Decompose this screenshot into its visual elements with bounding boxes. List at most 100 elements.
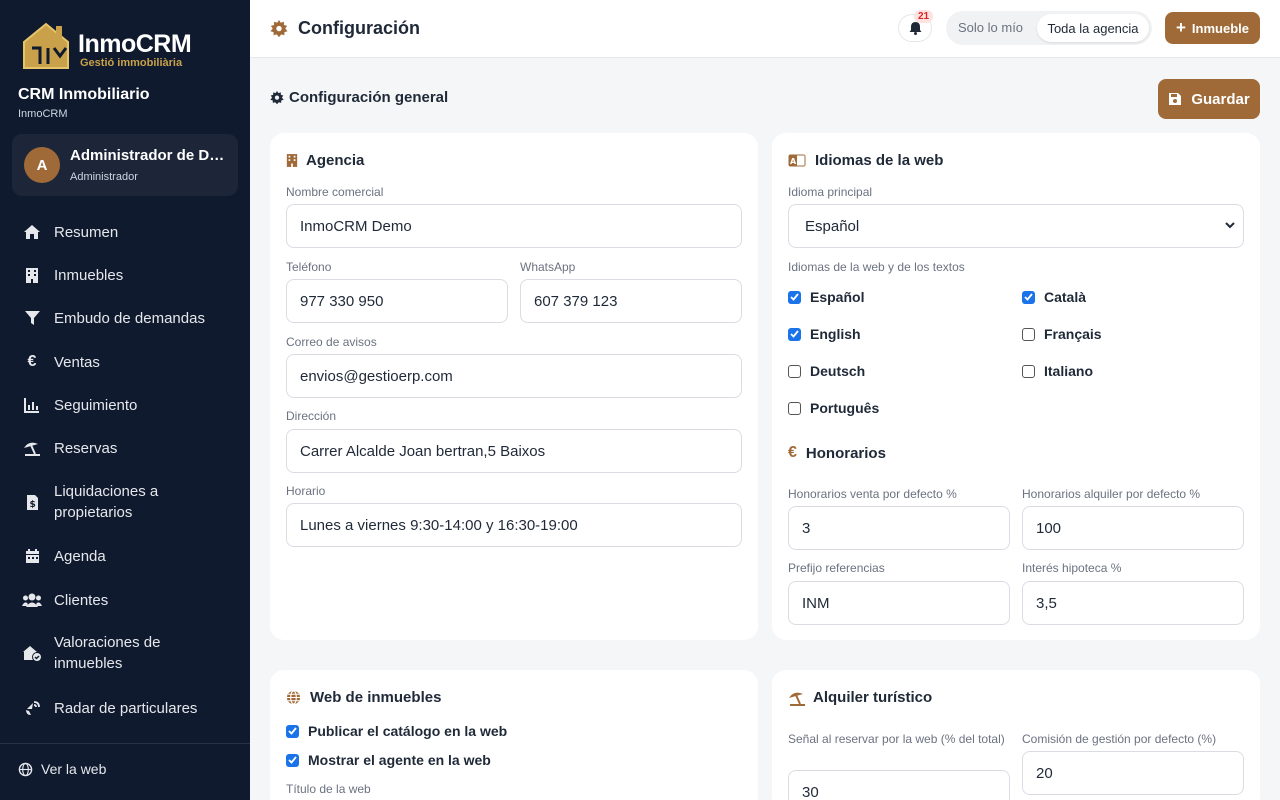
add-inmueble-label: Inmueble [1191,20,1249,36]
checkbox-unchecked-icon [788,401,801,415]
nav-item-agenda[interactable]: Agenda [0,545,250,567]
checkbox-unchecked-icon [1022,327,1035,341]
page-title: Configuración [270,18,420,39]
nav-label: Embudo de demandas [54,309,205,327]
telefono-input[interactable]: 977 330 950 [286,279,508,323]
lang-checkbox-pt[interactable]: Português [788,400,879,416]
gear-icon [270,19,288,37]
add-inmueble-button[interactable]: + Inmueble [1165,12,1260,44]
umbrella-beach-icon [22,438,42,458]
checkbox-checked-icon [1022,290,1035,304]
correo-input[interactable]: envios@gestioerp.com [286,354,742,398]
idioma-principal-label: Idioma principal [788,185,873,199]
bell-icon [909,22,921,35]
turistico-title-text: Alquiler turístico [813,689,933,706]
lang-label: English [810,326,861,342]
web-title: Web de inmuebles [286,689,441,706]
direccion-input[interactable]: Carrer Alcalde Joan bertran,5 Baixos [286,429,742,473]
ver-web-link[interactable]: Ver la web [18,761,106,777]
svg-text:$: $ [29,500,35,510]
lang-label: Deutsch [810,363,866,379]
sidebar-divider [0,743,250,744]
chevron-down-icon [1225,222,1235,229]
nav-item-inmuebles[interactable]: Inmuebles [0,264,250,286]
globe-icon [286,690,301,705]
honorarios-venta-input[interactable]: 3 [788,506,1010,550]
nav-label: Agenda [54,547,106,565]
whatsapp-input[interactable]: 607 379 123 [520,279,742,323]
nav-item-clientes[interactable]: Clientes [0,589,250,611]
publicar-label: Publicar el catálogo en la web [308,723,508,739]
lang-label: Italiano [1044,363,1094,379]
checkbox-checked-icon [286,753,299,767]
nombre-label: Nombre comercial [286,185,384,199]
nombre-input[interactable]: InmoCRM Demo [286,204,742,248]
horario-input[interactable]: Lunes a viernes 9:30-14:00 y 16:30-19:00 [286,503,742,547]
save-button[interactable]: Guardar [1158,79,1260,119]
nav-label: Liquidaciones a propietarios [54,483,159,521]
idioma-principal-select[interactable]: Español [788,204,1244,248]
idiomas-card: A Idiomas de la web Idioma principal Esp… [772,133,1260,640]
publicar-checkbox[interactable]: Publicar el catálogo en la web [286,723,507,739]
topbar: Configuración 21 Solo lo mío Toda la age… [250,0,1280,58]
nav-item-seguimiento[interactable]: Seguimiento [0,394,250,416]
idiomas-textos-label: Idiomas de la web y de los textos [788,260,965,274]
scope-agency-option[interactable]: Toda la agencia [1037,14,1149,42]
avatar: A [24,147,60,183]
app-title: CRM Inmobiliario [18,86,150,103]
lang-checkbox-it[interactable]: Italiano [1022,363,1093,379]
globe-icon [18,762,33,776]
nav-item-valoraciones[interactable]: Valoraciones de inmuebles [0,632,250,674]
interes-input[interactable]: 3,5 [1022,581,1244,625]
nav-item-reservas[interactable]: Reservas [0,437,250,459]
checkbox-checked-icon [286,724,299,738]
lang-checkbox-es[interactable]: Español [788,289,864,305]
house-check-icon [22,643,42,663]
building-icon [286,154,298,167]
lang-checkbox-de[interactable]: Deutsch [788,363,865,379]
section-title: Configuración general [270,89,448,106]
radar-icon [22,698,42,718]
nav-item-ventas[interactable]: € Ventas [0,351,250,373]
comision-label: Comisión de gestión por defecto (%) [1022,732,1217,746]
mostrar-agente-checkbox[interactable]: Mostrar el agente en la web [286,752,491,768]
honorarios-alquiler-label: Honorarios alquiler por defecto % [1022,487,1201,501]
sidebar: InmoCRM Gestió immobiliària CRM Inmobili… [0,0,250,800]
checkbox-unchecked-icon [788,364,801,378]
idiomas-title: A Idiomas de la web [788,152,943,169]
lang-label: Català [1044,289,1087,305]
lang-checkbox-ca[interactable]: Català [1022,289,1086,305]
nav-item-resumen[interactable]: Resumen [0,221,250,243]
direccion-label: Dirección [286,409,337,423]
idioma-principal-value: Español [805,217,860,235]
checkbox-unchecked-icon [1022,364,1035,378]
nav-label: Reservas [54,439,118,457]
user-role: Administrador [70,171,138,183]
honorarios-alquiler-input[interactable]: 100 [1022,506,1244,550]
correo-label: Correo de avisos [286,335,377,349]
app-subtitle: InmoCRM [18,108,68,120]
language-icon: A [788,154,806,167]
prefijo-input[interactable]: INM [788,581,1010,625]
home-icon [22,222,42,242]
checkbox-checked-icon [788,327,801,341]
nav-label: Clientes [54,591,109,609]
senal-input[interactable]: 30 [788,770,1010,800]
honorarios-venta-label: Honorarios venta por defecto % [788,487,957,501]
lang-label: Português [810,400,880,416]
nav-item-liquidaciones[interactable]: $ Liquidaciones a propietarios [0,481,250,523]
senal-label: Señal al reservar por la web (% del tota… [788,732,1005,746]
nav-label: Ventas [54,353,100,371]
nav-item-radar[interactable]: Radar de particulares [0,697,250,719]
user-card[interactable]: A Administrador de Demo Administrador [12,134,238,196]
agencia-title: Agencia [286,152,364,169]
lang-checkbox-fr[interactable]: Français [1022,326,1102,342]
agencia-card: Agencia Nombre comercial InmoCRM Demo Te… [270,133,758,640]
umbrella-beach-icon [789,692,805,706]
lang-label: Español [810,289,865,305]
brand-logo[interactable]: InmoCRM Gestió immobiliària [20,18,200,72]
nav-item-embudo[interactable]: Embudo de demandas [0,307,250,329]
scope-mine-option[interactable]: Solo lo mío [958,20,1023,35]
comision-input[interactable]: 20 [1022,751,1244,795]
lang-checkbox-en[interactable]: English [788,326,861,342]
